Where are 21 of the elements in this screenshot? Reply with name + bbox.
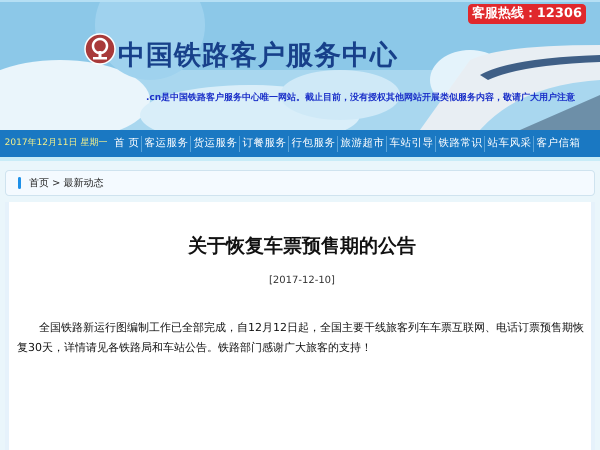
hotline-text: 客服热线：12306 [468, 4, 586, 24]
article-body: 全国铁路新运行图编制工作已全部完成，自12月12日起，全国主要干线旅客列车车票互联网、电话订票预售期恢复30天，详情请见各铁路局和车站公告。铁路部门感谢广大旅客的支持！ [17, 320, 585, 356]
marker-icon [18, 177, 21, 189]
nav-link[interactable]: 首 页 [112, 136, 142, 152]
notice-text: .cn是中国铁路客户服务中心唯一网站。截止目前，没有授权其他网站开展类似服务内容，敬请广大用户注意 [146, 92, 576, 105]
breadcrumb-link[interactable]: 首页 [29, 176, 49, 190]
nav-link[interactable]: 站车风采 [485, 136, 534, 152]
nav-link[interactable]: 客运服务 [142, 136, 190, 152]
date-text: 2017年12月11日 星期一 [4, 136, 108, 150]
railway-logo-icon [84, 33, 116, 65]
nav-link[interactable]: 客户信箱 [534, 136, 582, 152]
article-title: 关于恢复车票预售期的公告 [188, 234, 416, 259]
site-title: 中国铁路客户服务中心 [118, 39, 398, 73]
breadcrumb-separator: > [52, 176, 60, 190]
nav-link[interactable]: 铁路常识 [436, 136, 484, 152]
nav-link[interactable]: 旅游超市 [338, 136, 386, 152]
nav-link[interactable]: 车站引导 [387, 136, 436, 152]
article-date: [2017-12-10] [269, 274, 335, 288]
nav-link[interactable]: 货运服务 [191, 136, 240, 152]
nav-link[interactable]: 行包服务 [289, 136, 338, 152]
nav-link[interactable]: 订餐服务 [240, 136, 288, 152]
